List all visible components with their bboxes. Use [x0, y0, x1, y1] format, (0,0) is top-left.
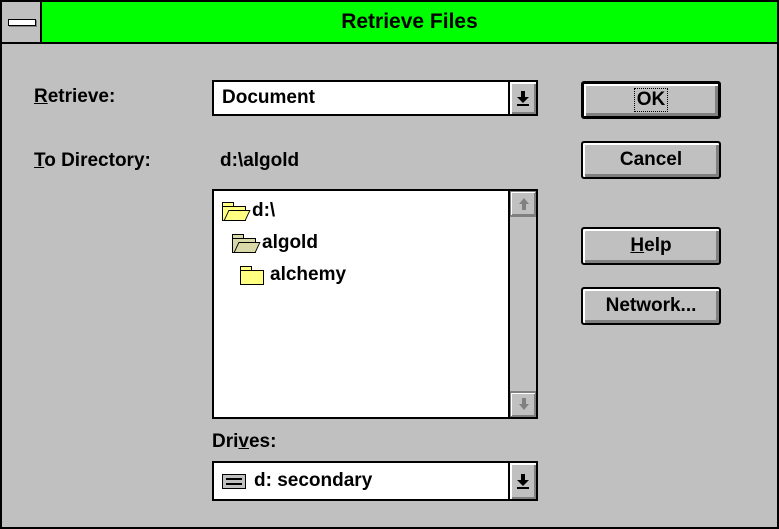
drives-value-text: d: secondary: [254, 470, 373, 491]
system-menu-button[interactable]: [2, 2, 42, 42]
scroll-down-button[interactable]: [510, 391, 536, 417]
tree-item-label: d:\: [252, 200, 276, 221]
system-menu-icon: [8, 19, 36, 26]
drives-hotkey: v: [238, 431, 249, 452]
hard-drive-icon: [222, 473, 246, 489]
directory-tree-list[interactable]: d:\ algold alchemy: [212, 189, 538, 419]
retrieve-type-value: Document: [222, 87, 315, 108]
tree-item-root[interactable]: d:\: [222, 197, 275, 225]
drives-value: d: secondary: [222, 463, 372, 499]
drives-label-pre: Dri: [212, 431, 239, 452]
cancel-button-label: Cancel: [619, 149, 683, 170]
retrieve-files-dialog: Retrieve Files Retrieve: Document To Dir…: [0, 0, 779, 529]
tree-item-label: algold: [262, 232, 318, 253]
open-folder-icon: [222, 202, 251, 221]
scroll-up-button[interactable]: [510, 191, 536, 217]
network-button-label: Network...: [605, 295, 697, 316]
dropdown-arrow-icon: [517, 474, 529, 489]
to-directory-hotkey: T: [34, 150, 45, 171]
directory-scrollbar[interactable]: [508, 191, 536, 417]
current-directory-path: d:\algold: [220, 150, 300, 171]
tree-item-algold[interactable]: algold: [232, 229, 318, 257]
cancel-button[interactable]: Cancel: [581, 141, 721, 179]
drives-label: Drives:: [212, 431, 276, 453]
help-label-text: elp: [644, 235, 672, 256]
dialog-title: Retrieve Files: [341, 10, 478, 33]
retrieve-label: Retrieve:: [34, 86, 115, 108]
scroll-down-icon: [519, 404, 529, 410]
retrieve-type-select[interactable]: Document: [212, 80, 538, 116]
help-hotkey: H: [630, 235, 645, 256]
tree-item-label: alchemy: [270, 264, 347, 285]
ok-button-label: OK: [633, 88, 669, 112]
ok-button[interactable]: OK: [581, 81, 721, 119]
tree-item-alchemy[interactable]: alchemy: [240, 261, 346, 289]
to-directory-label-text: o Directory:: [44, 150, 151, 171]
drives-label-post: es:: [248, 431, 277, 452]
drives-dropdown-button[interactable]: [508, 463, 536, 499]
open-folder-icon: [232, 234, 261, 253]
drives-select[interactable]: d: secondary: [212, 461, 538, 501]
folder-icon: [240, 266, 264, 285]
dropdown-arrow-icon: [517, 91, 529, 106]
retrieve-dropdown-button[interactable]: [508, 82, 536, 114]
help-button[interactable]: Help: [581, 227, 721, 265]
help-button-label: Help: [630, 235, 671, 257]
network-button[interactable]: Network...: [581, 287, 721, 325]
retrieve-label-text: etrieve:: [47, 86, 116, 107]
title-bar: Retrieve Files: [2, 2, 777, 44]
to-directory-label: To Directory:: [34, 150, 151, 172]
retrieve-hotkey: R: [34, 86, 48, 107]
